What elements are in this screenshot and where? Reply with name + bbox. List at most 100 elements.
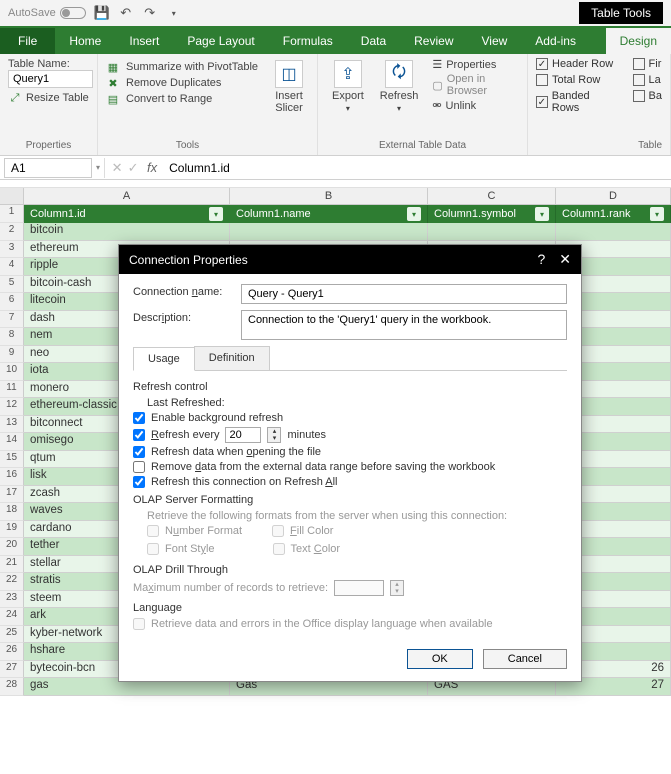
row-header[interactable]: 28 xyxy=(0,678,24,696)
filter-dropdown-icon[interactable]: ▾ xyxy=(650,207,664,221)
cell[interactable] xyxy=(428,223,556,241)
first-col-check[interactable]: Fir xyxy=(633,58,662,70)
name-box[interactable] xyxy=(4,158,92,178)
tab-data[interactable]: Data xyxy=(347,28,400,54)
row-header[interactable]: 11 xyxy=(0,381,24,399)
row-header[interactable]: 4 xyxy=(0,258,24,276)
filter-dropdown-icon[interactable]: ▾ xyxy=(535,207,549,221)
cell[interactable]: bitcoin xyxy=(24,223,230,241)
table-header-symbol[interactable]: Column1.symbol▾ xyxy=(428,205,556,223)
row-header[interactable]: 13 xyxy=(0,416,24,434)
undo-icon[interactable]: ↶ xyxy=(118,5,134,21)
cancel-formula-icon[interactable]: ✕ xyxy=(109,160,125,176)
conn-name-input[interactable] xyxy=(241,284,567,304)
enter-formula-icon[interactable]: ✓ xyxy=(125,160,141,176)
row-header[interactable]: 6 xyxy=(0,293,24,311)
table-properties-button[interactable]: ☰Properties xyxy=(432,58,519,71)
enable-bg-check[interactable]: Enable background refresh xyxy=(133,412,567,424)
remove-data-check[interactable]: Remove data from the external data range… xyxy=(133,461,567,473)
header-row-check[interactable]: ✓Header Row xyxy=(536,58,619,70)
ok-button[interactable]: OK xyxy=(407,649,473,669)
tab-review[interactable]: Review xyxy=(400,28,467,54)
col-header-a[interactable]: A xyxy=(24,188,230,205)
refresh-button[interactable]: 🗘Refresh▾ xyxy=(374,58,425,115)
desc-input[interactable]: Connection to the 'Query1' query in the … xyxy=(241,310,567,340)
row-header[interactable]: 21 xyxy=(0,556,24,574)
refresh-all-check[interactable]: Refresh this connection on Refresh All xyxy=(133,476,567,488)
tab-file[interactable]: File xyxy=(0,28,55,54)
row-header[interactable]: 19 xyxy=(0,521,24,539)
row-header[interactable]: 14 xyxy=(0,433,24,451)
tab-insert[interactable]: Insert xyxy=(115,28,173,54)
last-col-check[interactable]: La xyxy=(633,74,662,86)
autosave-toggle[interactable]: AutoSave xyxy=(8,7,86,19)
row-header[interactable]: 27 xyxy=(0,661,24,679)
banded-rows-check[interactable]: ✓Banded Rows xyxy=(536,90,619,114)
dialog-title-bar[interactable]: Connection Properties ? ✕ xyxy=(119,245,581,274)
table-header-id[interactable]: Column1.id▾ xyxy=(24,205,230,223)
row-header[interactable]: 22 xyxy=(0,573,24,591)
refresh-every-check[interactable]: Refresh every ▴▾ minutes xyxy=(133,427,567,443)
group-table-style: Table xyxy=(536,138,662,153)
tab-page-layout[interactable]: Page Layout xyxy=(173,28,268,54)
formula-bar: ▾ ✕ ✓ fx xyxy=(0,156,671,180)
row-header[interactable]: 23 xyxy=(0,591,24,609)
banded-cols-check[interactable]: Ba xyxy=(633,90,662,102)
export-button[interactable]: ⇪Export▾ xyxy=(326,58,370,115)
cell[interactable] xyxy=(230,223,428,241)
row-header[interactable]: 25 xyxy=(0,626,24,644)
save-icon[interactable]: 💾 xyxy=(94,5,110,21)
row-header[interactable]: 20 xyxy=(0,538,24,556)
row-header[interactable]: 15 xyxy=(0,451,24,469)
col-header-d[interactable]: D xyxy=(556,188,671,205)
tab-addins[interactable]: Add-ins xyxy=(521,28,590,54)
row-header[interactable]: 2 xyxy=(0,223,24,241)
fx-icon[interactable]: fx xyxy=(141,160,163,175)
unlink-button[interactable]: ⚮Unlink xyxy=(432,99,519,112)
table-header-rank[interactable]: Column1.rank▾ xyxy=(556,205,671,223)
table-header-name[interactable]: Column1.name▾ xyxy=(230,205,428,223)
insert-slicer-button[interactable]: ◫ Insert Slicer xyxy=(269,58,309,116)
tab-view[interactable]: View xyxy=(468,28,522,54)
row-header[interactable]: 3 xyxy=(0,241,24,259)
spinner-icon[interactable]: ▴▾ xyxy=(267,427,281,443)
refresh-minutes-input[interactable] xyxy=(225,427,261,443)
col-header-b[interactable]: B xyxy=(230,188,428,205)
row-header[interactable]: 24 xyxy=(0,608,24,626)
refresh-open-check[interactable]: Refresh data when opening the file xyxy=(133,446,567,458)
row-header[interactable]: 8 xyxy=(0,328,24,346)
filter-dropdown-icon[interactable]: ▾ xyxy=(407,207,421,221)
row-header[interactable]: 5 xyxy=(0,276,24,294)
row-header[interactable]: 9 xyxy=(0,346,24,364)
filter-dropdown-icon[interactable]: ▾ xyxy=(209,207,223,221)
tab-usage[interactable]: Usage xyxy=(133,347,195,371)
row-header[interactable]: 26 xyxy=(0,643,24,661)
row-header[interactable]: 1 xyxy=(0,205,24,223)
cancel-button[interactable]: Cancel xyxy=(483,649,567,669)
table-name-input[interactable] xyxy=(8,70,93,88)
tab-formulas[interactable]: Formulas xyxy=(269,28,347,54)
qat-dropdown-icon[interactable]: ▾ xyxy=(166,5,182,21)
table-row[interactable]: 2bitcoin xyxy=(0,223,671,241)
formula-input[interactable] xyxy=(163,159,671,177)
row-header[interactable]: 12 xyxy=(0,398,24,416)
close-icon[interactable]: ✕ xyxy=(559,251,571,268)
tab-home[interactable]: Home xyxy=(55,28,115,54)
row-header[interactable]: 7 xyxy=(0,311,24,329)
row-header[interactable]: 17 xyxy=(0,486,24,504)
col-header-c[interactable]: C xyxy=(428,188,556,205)
help-icon[interactable]: ? xyxy=(537,251,545,268)
row-header[interactable]: 10 xyxy=(0,363,24,381)
resize-table-button[interactable]: ⤢ Resize Table xyxy=(8,91,89,105)
tab-definition[interactable]: Definition xyxy=(194,346,270,370)
summarize-pivot-button[interactable]: ▦Summarize with PivotTable xyxy=(106,60,269,74)
redo-icon[interactable]: ↷ xyxy=(142,5,158,21)
row-header[interactable]: 16 xyxy=(0,468,24,486)
row-header[interactable]: 18 xyxy=(0,503,24,521)
tab-design[interactable]: Design xyxy=(606,28,671,54)
select-all-cell[interactable] xyxy=(0,188,24,205)
total-row-check[interactable]: Total Row xyxy=(536,74,619,86)
remove-duplicates-button[interactable]: ✖Remove Duplicates xyxy=(106,76,269,90)
cell[interactable] xyxy=(556,223,671,241)
convert-range-button[interactable]: ▤Convert to Range xyxy=(106,92,269,106)
